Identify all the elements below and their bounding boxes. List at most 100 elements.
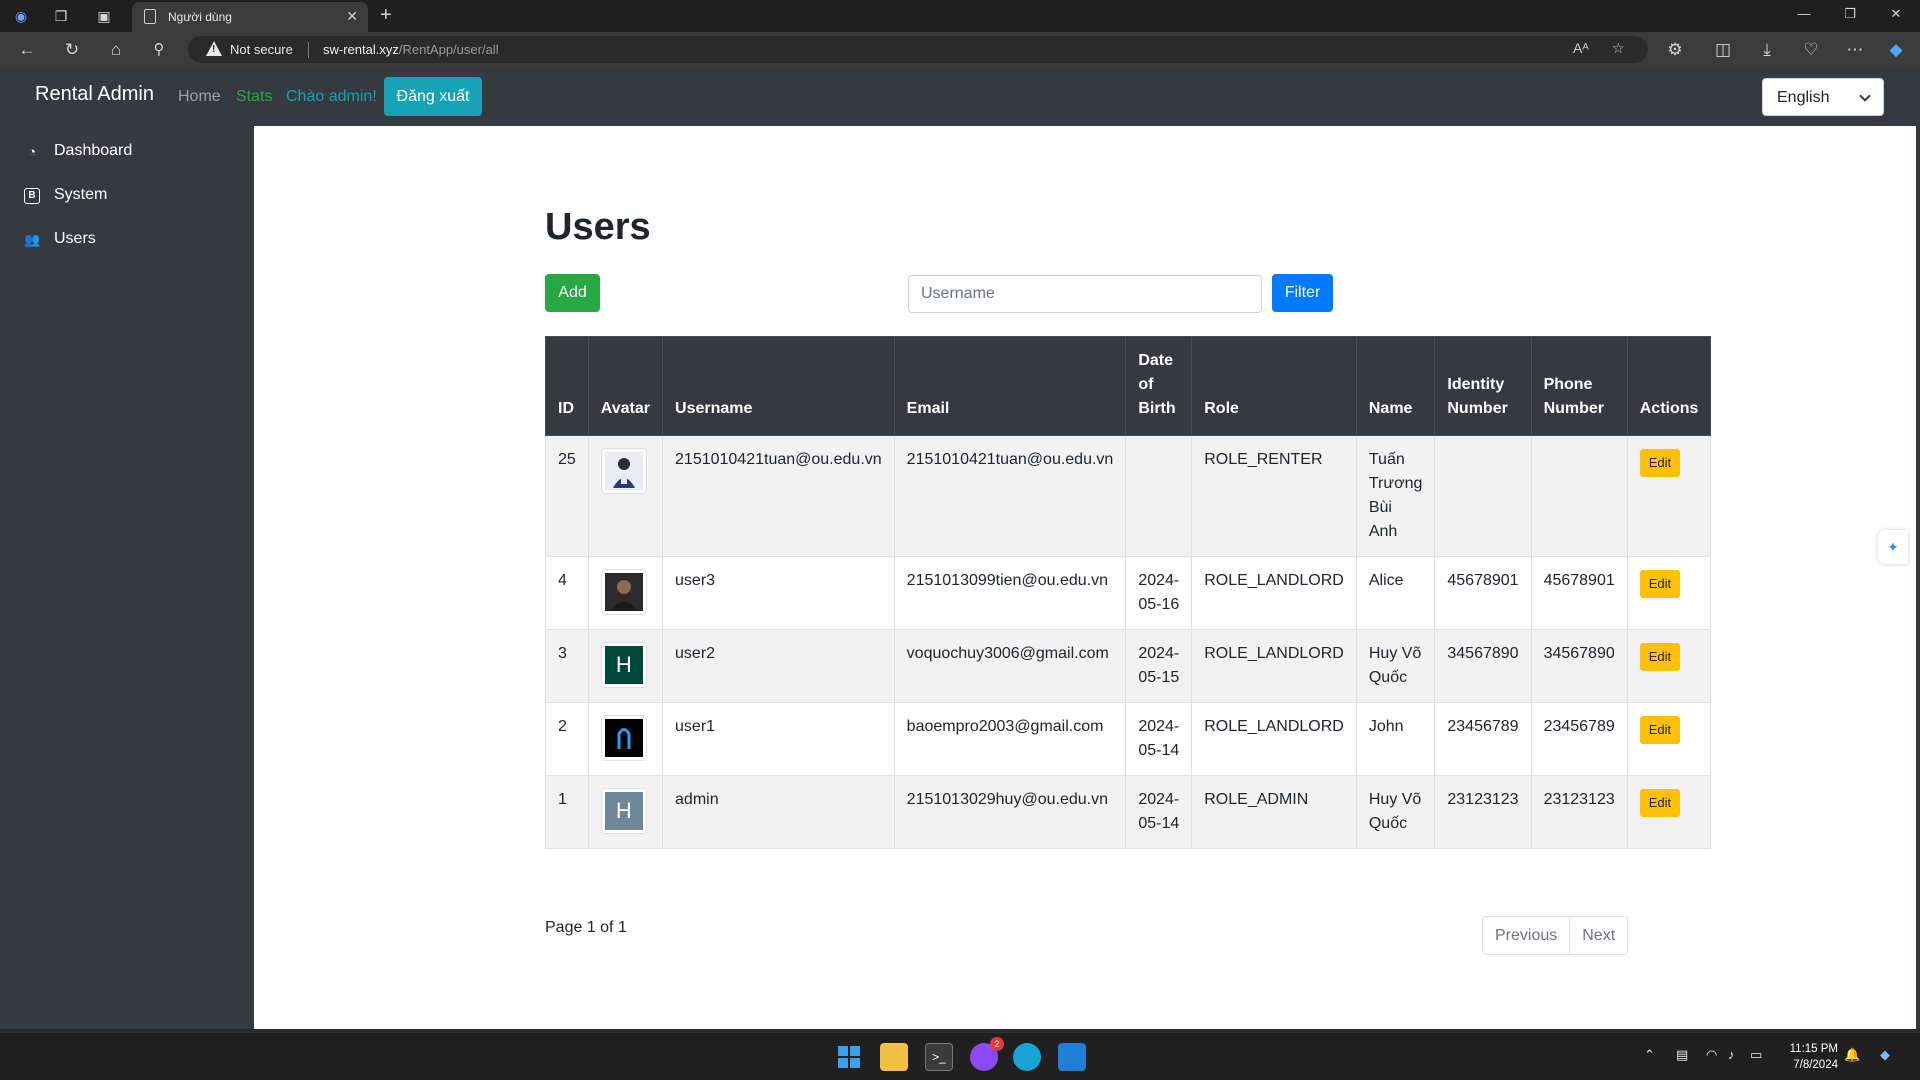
cell-phone [1530,435,1628,557]
split-screen-icon[interactable]: ◫ [1712,39,1734,61]
cell-id: 1 [545,775,589,849]
filter-button[interactable]: Filter [1272,274,1333,312]
sidebar: ◔ Dashboard B System 👥 Users [0,126,254,1029]
sidebar-item-label: Dashboard [54,142,133,159]
refresh-icon[interactable]: ↻ [61,39,83,61]
nav-stats-link[interactable]: Stats [236,88,272,106]
cell-identity: 23456789 [1434,702,1532,776]
cell-name: Huy Võ Quốc [1355,775,1436,849]
close-tab-icon[interactable]: ✕ [346,8,358,25]
browser-tab-active[interactable]: Người dùng ✕ [132,2,368,32]
url-host: sw-rental.xyz [323,42,399,57]
column-header-phone: Phone Number [1530,336,1628,436]
cell-email: 2151010421tuan@ou.edu.vn [893,435,1127,557]
previous-page-button[interactable]: Previous [1483,917,1571,954]
next-page-button[interactable]: Next [1570,917,1627,954]
read-aloud-icon[interactable]: Aᴬ [1573,40,1589,56]
page-title: Users [545,206,651,248]
cell-id: 25 [545,435,589,557]
show-hidden-icons-icon[interactable]: ⌃ [1644,1047,1655,1063]
main-content: Users Add Filter ID Avatar Username Emai… [254,126,1916,1029]
letter-avatar: H [604,646,643,684]
column-header-actions: Actions [1626,336,1712,436]
url-text[interactable]: sw-rental.xyz/RentApp/user/all [323,42,499,57]
browser-essentials-icon[interactable]: ♡ [1800,39,1822,61]
language-value: English [1777,89,1830,106]
chevron-down-icon [1859,90,1871,102]
cell-email: 2151013099tien@ou.edu.vn [893,556,1127,630]
copilot-icon[interactable]: ◆ [1885,39,1907,61]
messenger-icon[interactable]: 2 [970,1037,1004,1071]
edit-button[interactable]: Edit [1639,570,1681,598]
tab-actions-icon[interactable]: ▣ [93,5,115,27]
wifi-icon[interactable]: ◠ [1706,1047,1717,1063]
sparkle-assistant-icon[interactable]: ✦ [1878,530,1908,564]
system-b-icon: B [24,188,40,204]
back-icon[interactable]: ← [16,39,38,61]
file-explorer-icon[interactable] [880,1043,908,1071]
battery-icon[interactable]: ▭ [1750,1047,1762,1063]
top-navbar: Rental Admin Home Stats Chào admin! Đăng… [0,67,1920,126]
nav-home-link[interactable]: Home [178,88,221,106]
terminal-icon[interactable]: >_ [925,1043,953,1071]
cell-email: voquochuy3006@gmail.com [893,629,1127,703]
vscode-icon[interactable] [1058,1043,1086,1071]
sidebar-item-label: Users [54,230,96,247]
dark-photo-avatar [604,573,643,611]
cell-id: 2 [545,702,589,776]
edge-browser-icon[interactable] [1013,1043,1041,1071]
tray-app-icon[interactable]: ▤ [1676,1047,1688,1063]
cell-username: user1 [662,702,895,776]
cell-username: user3 [662,556,895,630]
copilot-taskbar-icon[interactable]: ◆ [1880,1047,1890,1063]
clock[interactable]: 11:15 PM 7/8/2024 [1768,1041,1838,1073]
browser-tab-bar: ◉ ❐ ▣ Người dùng ✕ + — ❐ ✕ [0,0,1920,32]
column-header-email: Email [893,336,1127,436]
add-user-button[interactable]: Add [545,274,600,312]
minimize-icon[interactable]: — [1794,6,1814,21]
cell-identity: 45678901 [1434,556,1532,630]
avatar [600,569,647,615]
cell-name: Tuấn Trương Bùi Anh [1355,435,1436,557]
edit-button[interactable]: Edit [1639,789,1681,817]
cell-role: ROLE_LANDLORD [1191,702,1357,776]
security-label[interactable]: Not secure [230,42,293,57]
cell-dob [1125,435,1193,557]
table-row: 3 H user2 voquochuy3006@gmail.com 2024-0… [545,629,1712,703]
cell-phone: 23456789 [1530,702,1628,776]
cell-identity [1434,435,1532,557]
more-menu-icon[interactable]: ⋯ [1844,39,1866,61]
cell-name: Alice [1355,556,1436,630]
profile-icon[interactable]: ◉ [10,5,32,27]
volume-icon[interactable]: ♪ [1728,1047,1735,1062]
edit-button[interactable]: Edit [1639,449,1681,477]
username-search-input[interactable] [908,275,1262,313]
address-bar[interactable]: ! Not secure sw-rental.xyz/RentApp/user/… [188,36,1648,63]
taskbar: >_ 2 ⌃ ▤ ◠ ♪ ▭ 11:15 PM 7/8/2024 🔔 ◆ [0,1032,1920,1080]
nav-greeting-link[interactable]: Chào admin! [286,88,377,106]
url-path: /RentApp/user/all [398,42,499,57]
restore-icon[interactable]: ❐ [1840,6,1860,22]
notification-bell-icon[interactable]: 🔔 [1844,1047,1860,1063]
tab-title: Người dùng [168,10,232,24]
edit-button[interactable]: Edit [1639,643,1681,671]
downloads-icon[interactable]: ⤓ [1756,39,1778,61]
users-icon: 👥 [24,232,41,247]
favorite-star-icon[interactable]: ☆ [1612,40,1625,57]
language-select[interactable]: English [1762,78,1884,116]
cell-id: 4 [545,556,589,630]
close-window-icon[interactable]: ✕ [1886,6,1906,22]
column-header-username: Username [662,336,895,436]
home-icon[interactable]: ⌂ [105,39,127,61]
windows-start-icon[interactable] [838,1046,860,1068]
brand-title[interactable]: Rental Admin [35,83,154,106]
cell-phone: 45678901 [1530,556,1628,630]
cell-role: ROLE_ADMIN [1191,775,1357,849]
workspaces-icon[interactable]: ❐ [50,5,72,27]
cell-role: ROLE_LANDLORD [1191,629,1357,703]
search-icon[interactable]: ⚲ [148,39,170,61]
extensions-icon[interactable]: ⚙ [1664,39,1686,61]
edit-button[interactable]: Edit [1639,716,1681,744]
logout-button[interactable]: Đăng xuất [384,77,482,116]
new-tab-icon[interactable]: + [380,4,392,27]
